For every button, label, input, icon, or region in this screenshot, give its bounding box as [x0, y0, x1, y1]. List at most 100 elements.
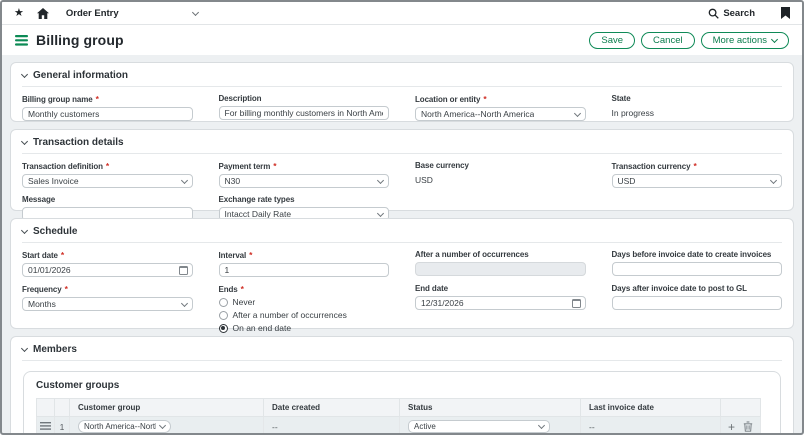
section-header-general[interactable]: General information — [22, 66, 782, 87]
payment-term-select[interactable]: N30 — [219, 174, 390, 188]
drag-handle-icon[interactable] — [40, 422, 51, 430]
billing-group-name-input[interactable] — [22, 107, 193, 121]
description-input[interactable] — [219, 106, 390, 120]
cancel-button[interactable]: Cancel — [641, 32, 695, 49]
end-date-label: End date — [415, 284, 586, 293]
ends-label: Ends — [219, 284, 390, 294]
after-occurrences-label: After a number of occurrences — [415, 250, 586, 259]
chevron-down-icon — [538, 422, 545, 429]
customer-groups-title: Customer groups — [36, 380, 768, 391]
section-general-information: General information Billing group name D… — [10, 62, 794, 122]
radio-selected-icon — [219, 324, 228, 333]
status-select[interactable]: Active — [408, 420, 550, 433]
chevron-down-icon — [180, 176, 187, 183]
ends-option-after-occurrences[interactable]: After a number of occurrences — [219, 310, 390, 320]
chevron-down-icon — [377, 209, 384, 216]
save-button[interactable]: Save — [589, 32, 635, 49]
start-date-label: Start date — [22, 250, 193, 260]
customer-groups-panel: Customer groups Customer group Date crea… — [23, 371, 781, 433]
row-number: 1 — [60, 422, 65, 432]
days-before-label: Days before invoice date to create invoi… — [612, 250, 783, 259]
transaction-definition-select[interactable]: Sales Invoice — [22, 174, 193, 188]
radio-icon — [219, 298, 228, 307]
calendar-icon[interactable] — [179, 266, 188, 275]
section-title: Transaction details — [33, 137, 124, 148]
app-window: ★ Order Entry Search Billing group Save … — [0, 0, 804, 435]
days-before-input[interactable] — [612, 262, 783, 276]
top-nav-bar: ★ Order Entry Search — [2, 2, 802, 25]
page-title: Billing group — [36, 32, 124, 48]
location-label: Location or entity — [415, 94, 586, 104]
section-header-schedule[interactable]: Schedule — [22, 222, 782, 243]
chevron-down-icon — [192, 8, 199, 15]
exchange-rate-types-label: Exchange rate types — [219, 195, 390, 204]
calendar-icon[interactable] — [572, 299, 581, 308]
frequency-label: Frequency — [22, 284, 193, 294]
section-title: General information — [33, 70, 128, 81]
ends-radio-group: Never After a number of occurrences On a… — [219, 297, 390, 333]
message-label: Message — [22, 195, 193, 204]
base-currency-value: USD — [415, 175, 586, 185]
customer-group-column-header: Customer group — [70, 399, 264, 417]
section-header-members[interactable]: Members — [22, 340, 782, 361]
customer-group-select[interactable]: North America--North . — [78, 420, 171, 433]
chevron-down-icon — [573, 109, 580, 116]
customer-groups-table: Customer group Date created Status Last … — [36, 398, 761, 433]
chevron-down-icon — [771, 35, 778, 42]
delete-row-icon[interactable] — [743, 421, 753, 432]
drag-column-header — [37, 399, 55, 417]
table-header-row: Customer group Date created Status Last … — [37, 399, 761, 417]
section-title: Members — [33, 344, 77, 355]
date-created-cell: -- — [264, 417, 400, 434]
location-select[interactable]: North America--North America — [415, 107, 586, 121]
list-icon — [15, 35, 28, 46]
state-label: State — [612, 94, 783, 103]
search-button[interactable]: Search — [708, 8, 755, 19]
more-actions-button[interactable]: More actions — [701, 32, 789, 49]
actions-column-header — [721, 399, 761, 417]
chevron-down-icon — [180, 299, 187, 306]
last-invoice-date-column-header: Last invoice date — [581, 399, 721, 417]
start-date-input[interactable] — [22, 263, 193, 277]
payment-term-label: Payment term — [219, 161, 390, 171]
collapse-chevron-icon — [21, 345, 28, 352]
module-label: Order Entry — [66, 8, 119, 19]
end-date-input[interactable] — [415, 296, 586, 310]
favorite-star-icon[interactable]: ★ — [14, 8, 24, 19]
collapse-chevron-icon — [21, 138, 28, 145]
section-schedule: Schedule Start date Interval After a num… — [10, 218, 794, 329]
bookmark-icon[interactable] — [781, 7, 790, 19]
transaction-definition-label: Transaction definition — [22, 161, 193, 171]
days-after-input[interactable] — [612, 296, 783, 310]
state-value: In progress — [612, 108, 783, 118]
collapse-chevron-icon — [21, 71, 28, 78]
ends-option-never[interactable]: Never — [219, 297, 390, 307]
interval-input[interactable] — [219, 263, 390, 277]
date-created-column-header: Date created — [264, 399, 400, 417]
home-icon[interactable] — [37, 8, 49, 19]
description-label: Description — [219, 94, 390, 103]
form-content: General information Billing group name D… — [2, 55, 802, 433]
section-header-transaction[interactable]: Transaction details — [22, 133, 782, 154]
chevron-down-icon — [377, 176, 384, 183]
table-row: 1 North America--North . -- Active — [37, 417, 761, 434]
interval-label: Interval — [219, 250, 390, 260]
add-row-icon[interactable]: + — [728, 421, 735, 433]
section-transaction-details: Transaction details Transaction definiti… — [10, 129, 794, 211]
page-header: Billing group Save Cancel More actions — [2, 25, 802, 55]
module-selector[interactable]: Order Entry — [66, 8, 198, 19]
base-currency-label: Base currency — [415, 161, 586, 170]
radio-icon — [219, 311, 228, 320]
transaction-currency-label: Transaction currency — [612, 161, 783, 171]
search-icon — [708, 8, 719, 19]
status-column-header: Status — [400, 399, 581, 417]
billing-group-name-label: Billing group name — [22, 94, 193, 104]
frequency-select[interactable]: Months — [22, 297, 193, 311]
days-after-label: Days after invoice date to post to GL — [612, 284, 783, 293]
transaction-currency-select[interactable]: USD — [612, 174, 783, 188]
ends-option-end-date[interactable]: On an end date — [219, 323, 390, 333]
collapse-chevron-icon — [21, 227, 28, 234]
chevron-down-icon — [159, 422, 166, 429]
search-label: Search — [723, 8, 755, 19]
last-invoice-date-cell: -- — [581, 417, 721, 434]
